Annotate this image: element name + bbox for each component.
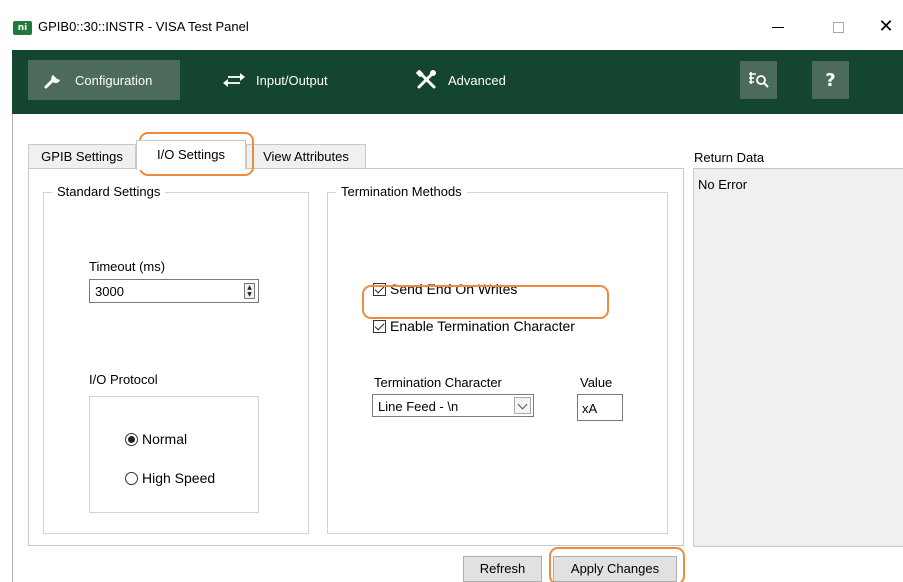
- termination-methods-group: Termination Methods Send End On Writes E…: [327, 184, 668, 534]
- minimize-button[interactable]: [758, 12, 798, 42]
- radio-selected-icon: [125, 432, 138, 446]
- timeout-label: Timeout (ms): [89, 259, 166, 274]
- refresh-button[interactable]: Refresh: [463, 556, 542, 582]
- title-bar: ni GPIB0::30::INSTR - VISA Test Panel ✕: [0, 0, 903, 50]
- maximize-icon: [832, 21, 844, 33]
- return-data-text: No Error: [698, 177, 748, 192]
- return-data-area[interactable]: No Error: [693, 168, 903, 547]
- checkbox-checked-icon: [373, 319, 386, 333]
- termination-character-value: Line Feed - \n: [378, 399, 459, 414]
- advanced-button[interactable]: Advanced: [416, 60, 506, 100]
- configuration-label: Configuration: [75, 72, 153, 88]
- io-settings-panel: Standard Settings Timeout (ms) 3000 ▲ ▼ I…: [28, 168, 684, 546]
- radio-high-speed[interactable]: High Speed: [125, 470, 215, 486]
- io-protocol-group: Normal High Speed: [89, 396, 259, 513]
- find-resource-button[interactable]: [740, 61, 777, 99]
- enable-termination-label: Enable Termination Character: [390, 318, 575, 334]
- arrows-exchange-icon: [223, 73, 245, 87]
- radio-normal-label: Normal: [142, 431, 188, 447]
- find-resource-icon: [748, 72, 769, 88]
- input-output-label: Input/Output: [256, 72, 328, 88]
- io-protocol-label: I/O Protocol: [89, 372, 158, 387]
- window-title: GPIB0::30::INSTR - VISA Test Panel: [38, 19, 249, 34]
- termination-value-input[interactable]: xA: [577, 394, 623, 421]
- tools-crossed-icon: [416, 70, 436, 89]
- termination-character-label: Termination Character: [374, 375, 502, 390]
- timeout-value: 3000: [95, 284, 124, 299]
- radio-high-speed-label: High Speed: [142, 470, 216, 486]
- advanced-label: Advanced: [448, 72, 506, 88]
- timeout-spinner[interactable]: 3000 ▲ ▼: [89, 279, 259, 303]
- return-data-label: Return Data: [694, 150, 765, 165]
- tab-view-attributes[interactable]: View Attributes: [246, 144, 366, 169]
- wrench-icon: [44, 75, 60, 89]
- apply-changes-button[interactable]: Apply Changes: [553, 556, 677, 582]
- standard-settings-group: Standard Settings Timeout (ms) 3000 ▲ ▼ I…: [43, 184, 309, 534]
- main-toolbar: Configuration Input/Output Advanced ?: [12, 50, 903, 114]
- input-output-button[interactable]: Input/Output: [222, 60, 328, 100]
- chevron-down-icon: [514, 397, 531, 414]
- minimize-icon: [772, 27, 784, 28]
- close-button[interactable]: ✕: [866, 12, 903, 42]
- tab-io-settings[interactable]: I/O Settings: [136, 140, 246, 170]
- enable-termination-checkbox[interactable]: Enable Termination Character: [373, 318, 575, 334]
- termination-methods-title: Termination Methods: [336, 184, 467, 199]
- value-label: Value: [580, 375, 613, 390]
- configuration-button[interactable]: Configuration: [28, 60, 180, 100]
- spinner-arrows-icon[interactable]: ▲ ▼: [244, 283, 255, 299]
- tab-gpib-settings[interactable]: GPIB Settings: [28, 144, 136, 169]
- standard-settings-title: Standard Settings: [52, 184, 166, 199]
- help-button[interactable]: ?: [812, 61, 849, 99]
- main-left-border: [12, 114, 13, 582]
- send-end-checkbox[interactable]: Send End On Writes: [373, 281, 517, 297]
- radio-unselected-icon: [125, 471, 138, 485]
- termination-character-select[interactable]: Line Feed - \n: [372, 394, 534, 417]
- checkbox-checked-icon: [373, 282, 386, 296]
- radio-normal[interactable]: Normal: [125, 431, 187, 447]
- termination-value: xA: [582, 401, 598, 416]
- ni-logo-icon: ni: [13, 21, 32, 35]
- send-end-label: Send End On Writes: [390, 281, 518, 297]
- maximize-button[interactable]: [818, 12, 858, 42]
